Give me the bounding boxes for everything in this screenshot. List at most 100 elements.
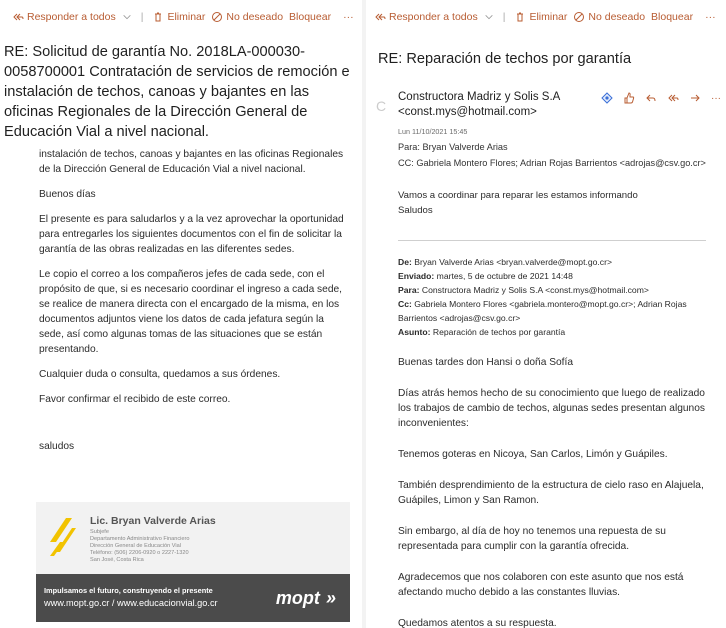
reply-all-icon (13, 13, 24, 21)
signature-band: Impulsamos el futuro, construyendo el pr… (36, 574, 350, 622)
signature-line: Departamento Administrativo Financiero (90, 536, 190, 542)
chevron-down-icon[interactable] (122, 12, 132, 22)
quoted-paragraph-1: Días atrás hemos hecho de su conocimient… (398, 388, 705, 429)
left-email-pane: Responder a todos | Eliminar No deseado … (0, 0, 362, 628)
body-closing: saludos (39, 441, 75, 452)
reply-all-icon[interactable] (667, 92, 679, 104)
signature-top: Lic. Bryan Valverde Arias Subjefe Depart… (36, 502, 350, 574)
avatar: C (376, 98, 387, 114)
label: Para: (398, 285, 420, 295)
signature-name: Lic. Bryan Valverde Arias (90, 515, 216, 527)
delete-label: Eliminar (529, 11, 568, 23)
block-label: Bloquear (289, 11, 332, 23)
teams-icon[interactable] (601, 92, 613, 104)
junk-label: No deseado (226, 11, 284, 23)
block-button[interactable]: Bloquear (651, 11, 693, 23)
more-button[interactable]: ··· (343, 11, 354, 23)
junk-label: No deseado (588, 11, 646, 23)
junk-button[interactable]: No deseado (211, 11, 283, 23)
body-paragraph-4: Favor confirmar el recibido de este corr… (39, 394, 231, 405)
chevron-down-icon[interactable] (484, 12, 494, 22)
recipients-to: Para: Bryan Valverde Arias (398, 142, 508, 152)
sender-name[interactable]: Constructora Madriz y Solis S.A (398, 90, 560, 105)
label: De: (398, 257, 412, 267)
reply-icon[interactable] (645, 92, 657, 104)
quoted-subject: Asunto: Reparación de techos por garantí… (398, 325, 714, 339)
body-cut-line: instalación de techos, canoas y bajantes… (39, 149, 344, 175)
brand-chevrons: » (325, 588, 336, 608)
delete-button[interactable]: Eliminar (514, 11, 567, 23)
more-label: ··· (705, 11, 716, 23)
value: Bryan Valverde Arias <bryan.valverde@mop… (411, 257, 612, 267)
quoted-greeting: Buenas tardes don Hansi o doña Sofía (398, 357, 574, 368)
forward-icon[interactable] (689, 92, 701, 104)
label: Enviado: (398, 271, 435, 281)
recipients-cc: CC: Gabriela Montero Flores; Adrian Roja… (398, 158, 706, 168)
quoted-paragraph-2: Tenemos goteras en Nicoya, San Carlos, L… (398, 449, 668, 460)
quoted-header: De: Bryan Valverde Arias <bryan.valverde… (398, 255, 714, 339)
signature-line: Teléfono: (506) 2206-0920 o 2227-1320 (90, 550, 189, 556)
quoted-from: De: Bryan Valverde Arias <bryan.valverde… (398, 255, 714, 269)
sender-email[interactable]: <const.mys@hotmail.com> (398, 105, 560, 120)
toolbar-divider: | (502, 11, 506, 23)
quoted-cc: Cc: Gabriela Montero Flores <gabriela.mo… (398, 297, 714, 325)
delete-label: Eliminar (167, 11, 206, 23)
quote-separator (398, 240, 706, 241)
reply-all-label: Responder a todos (389, 11, 478, 23)
email-subject: RE: Reparación de techos por garantía (378, 51, 632, 67)
block-button[interactable]: Bloquear (289, 11, 331, 23)
reply-all-icon (375, 13, 386, 21)
delete-button[interactable]: Eliminar (152, 11, 205, 23)
reply-all-label: Responder a todos (27, 11, 116, 23)
message-body: Vamos a coordinar para reparar les estam… (398, 188, 714, 628)
signature-line: Subjefe (90, 529, 109, 535)
signature-urls: www.mopt.go.cr / www.educacionvial.go.cr (44, 598, 218, 608)
quoted-sent: Enviado: martes, 5 de octubre de 2021 14… (398, 269, 714, 283)
more-button[interactable]: ··· (705, 11, 716, 23)
quoted-paragraph-6: Quedamos atentos a su respuesta. (398, 618, 557, 628)
quoted-paragraph-3: También desprendimiento de la estructura… (398, 480, 704, 506)
message-date: Lun 11/10/2021 15:45 (398, 127, 468, 136)
message-header: C Constructora Madriz y Solis S.A <const… (376, 90, 721, 180)
email-signature: Lic. Bryan Valverde Arias Subjefe Depart… (36, 502, 350, 622)
reply-line-1: Vamos a coordinar para reparar les estam… (398, 190, 638, 201)
label: Cc: (398, 299, 412, 309)
signature-slogan: Impulsamos el futuro, construyendo el pr… (44, 586, 213, 595)
email-body: instalación de techos, canoas y bajantes… (39, 149, 351, 464)
label: Asunto: (398, 327, 431, 337)
email-subject: RE: Solicitud de garantía No. 2018LA-000… (4, 44, 350, 140)
mopt-brand-logo: mopt » (276, 584, 336, 610)
junk-button[interactable]: No deseado (573, 11, 645, 23)
signature-line: Dirección General de Educación Vial (90, 543, 182, 549)
more-label: ··· (343, 11, 354, 23)
value: Reparación de techos por garantía (430, 327, 566, 337)
signature-details: Subjefe Departamento Administrativo Fina… (90, 529, 190, 564)
signature-line: San José, Costa Rica (90, 557, 144, 563)
value: Constructora Madriz y Solis S.A <const.m… (419, 285, 649, 295)
right-email-pane: Responder a todos | Eliminar No deseado … (366, 0, 726, 628)
left-toolbar: Responder a todos | Eliminar No deseado … (0, 0, 362, 34)
reply-all-button[interactable]: Responder a todos (374, 11, 478, 23)
body-greeting: Buenos días (39, 189, 96, 200)
mopt-logo-icon (50, 518, 76, 556)
trash-icon (517, 12, 524, 22)
quoted-paragraph-5: Agradecemos que nos colaboren con este a… (398, 572, 684, 598)
value: Gabriela Montero Flores <gabriela.monter… (398, 299, 687, 323)
block-icon (574, 12, 585, 22)
body-paragraph-1: El presente es para saludarlos y a la ve… (39, 214, 344, 255)
message-actions: ··· (601, 92, 721, 104)
toolbar-divider: | (140, 11, 144, 23)
reply-all-button[interactable]: Responder a todos (12, 11, 116, 23)
quoted-paragraph-4: Sin embargo, al día de hoy no tenemos un… (398, 526, 666, 552)
brand-text: mopt (275, 588, 320, 608)
right-toolbar: Responder a todos | Eliminar No deseado … (366, 0, 726, 34)
quoted-to: Para: Constructora Madriz y Solis S.A <c… (398, 283, 714, 297)
block-icon (212, 12, 223, 22)
value: martes, 5 de octubre de 2021 14:48 (434, 271, 573, 281)
more-actions-button[interactable]: ··· (711, 93, 721, 104)
sender-block: Constructora Madriz y Solis S.A <const.m… (398, 90, 560, 120)
body-paragraph-2: Le copio el correo a los compañeros jefe… (39, 269, 342, 355)
trash-icon (155, 12, 162, 22)
thumbs-up-icon[interactable] (623, 92, 635, 104)
reply-line-2: Saludos (398, 205, 433, 216)
